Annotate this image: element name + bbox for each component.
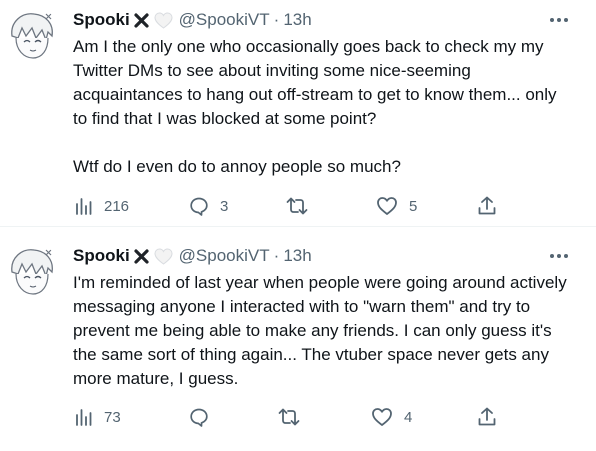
tweet-paragraph: Wtf do I even do to annoy people so much… bbox=[73, 157, 401, 176]
cross-mark-icon bbox=[133, 12, 150, 29]
author-handle[interactable]: @SpookiVT bbox=[179, 246, 270, 266]
retweet-button[interactable] bbox=[286, 194, 308, 218]
author-handle[interactable]: @SpookiVT bbox=[179, 10, 270, 30]
separator-dot: · bbox=[273, 246, 280, 265]
like-icon bbox=[371, 407, 393, 427]
cross-mark-icon bbox=[133, 248, 150, 265]
views-icon bbox=[75, 408, 93, 426]
tweet[interactable]: Spooki @SpookiVT · 13h Am I the only one… bbox=[0, 0, 596, 227]
retweet-icon bbox=[278, 408, 300, 426]
share-button[interactable] bbox=[478, 194, 496, 218]
reply-button[interactable] bbox=[189, 405, 209, 429]
views-count: 73 bbox=[104, 408, 121, 426]
views-count: 216 bbox=[104, 197, 130, 215]
timestamp[interactable]: 13h bbox=[283, 10, 311, 30]
share-icon bbox=[478, 407, 496, 427]
like-count: 5 bbox=[409, 197, 418, 215]
views-button[interactable]: 216 bbox=[75, 194, 129, 218]
avatar[interactable] bbox=[2, 242, 60, 300]
like-icon bbox=[376, 196, 398, 216]
like-button[interactable]: 4 bbox=[371, 405, 412, 429]
tweet-header: Spooki @SpookiVT · 13h bbox=[73, 9, 312, 31]
action-bar: 73 4 bbox=[0, 405, 596, 429]
tweet-paragraph: I'm reminded of last year when people we… bbox=[73, 273, 567, 388]
views-icon bbox=[75, 197, 93, 215]
avatar-image bbox=[11, 13, 53, 59]
tweet-header: Spooki @SpookiVT · 13h bbox=[73, 245, 312, 267]
white-heart-icon bbox=[154, 247, 173, 265]
tweet[interactable]: Spooki @SpookiVT · 13h I'm reminded of l… bbox=[0, 227, 596, 451]
retweet-icon bbox=[286, 197, 308, 215]
tweet-text: Am I the only one who occasionally goes … bbox=[73, 35, 573, 179]
share-icon bbox=[478, 196, 496, 216]
retweet-button[interactable] bbox=[278, 405, 300, 429]
reply-button[interactable]: 3 bbox=[189, 194, 228, 218]
reply-count: 3 bbox=[220, 197, 229, 215]
tweet-paragraph: Am I the only one who occasionally goes … bbox=[73, 37, 557, 128]
more-icon[interactable] bbox=[542, 245, 576, 267]
like-count: 4 bbox=[404, 408, 413, 426]
action-bar: 216 3 5 bbox=[0, 194, 596, 218]
separator-dot: · bbox=[273, 10, 280, 29]
avatar[interactable] bbox=[2, 6, 60, 64]
tweet-text: I'm reminded of last year when people we… bbox=[73, 271, 573, 391]
more-icon[interactable] bbox=[542, 9, 576, 31]
like-button[interactable]: 5 bbox=[376, 194, 417, 218]
white-heart-icon bbox=[154, 11, 173, 29]
reply-icon bbox=[189, 196, 209, 216]
author-name[interactable]: Spooki bbox=[73, 10, 130, 30]
reply-icon bbox=[189, 407, 209, 427]
author-name[interactable]: Spooki bbox=[73, 246, 130, 266]
timestamp[interactable]: 13h bbox=[283, 246, 311, 266]
avatar-image bbox=[11, 249, 53, 295]
views-button[interactable]: 73 bbox=[75, 405, 121, 429]
share-button[interactable] bbox=[478, 405, 496, 429]
